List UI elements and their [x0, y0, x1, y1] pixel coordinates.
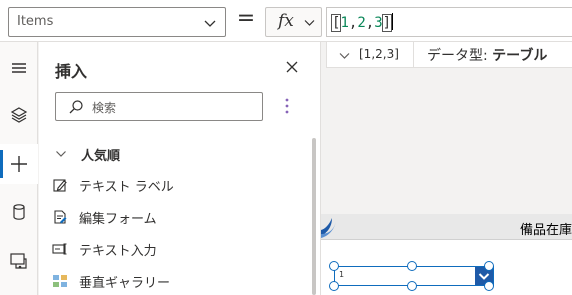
resize-handle[interactable] [407, 261, 417, 271]
chevron-down-icon [304, 20, 315, 26]
close-icon[interactable] [285, 60, 299, 74]
item-label: テキスト ラベル [79, 180, 174, 195]
category-label: 人気順 [81, 149, 121, 164]
formula-comma: , [365, 15, 375, 31]
panel-scrollbar[interactable] [312, 138, 316, 295]
chevron-down-icon[interactable] [339, 50, 350, 61]
insert-item-edit-form[interactable]: 編集フォーム [49, 202, 307, 232]
item-label: 編集フォーム [79, 212, 157, 227]
formula-number: 3 [374, 15, 383, 31]
design-canvas: 備品在庫 1 [321, 68, 572, 295]
close-bracket: ] [381, 14, 393, 32]
chevron-down-icon [204, 20, 216, 27]
insert-item-text-input[interactable]: テキスト入力 [49, 234, 307, 264]
insert-item-vertical-gallery[interactable]: 垂直ギャラリー [49, 266, 307, 295]
resize-handle[interactable] [407, 281, 417, 291]
formula-number: 1 [340, 15, 349, 31]
formula-result-strip: [1,2,3] データ型: テーブル [326, 42, 572, 68]
equals-sign: = [236, 6, 256, 31]
insert-panel: 挿入 検索 人気順 テキスト ラベル 編集フォーム テキスト入力 垂直ギャラリー [39, 42, 321, 295]
formula-number: 2 [357, 15, 366, 31]
app-header-text: 備品在庫 [519, 223, 572, 238]
media-icon [10, 253, 27, 269]
panel-title: 挿入 [55, 62, 88, 81]
formula-text: [1,2,3] [330, 13, 394, 32]
logo-icon [321, 218, 336, 238]
database-icon [13, 204, 25, 220]
insert-item-text-label[interactable]: テキスト ラベル [49, 170, 307, 200]
media-button[interactable] [0, 241, 38, 281]
left-rail [0, 42, 38, 295]
property-value: Items [17, 14, 54, 29]
more-options-icon[interactable] [281, 96, 293, 116]
text-label-icon [53, 179, 67, 192]
resize-handle[interactable] [484, 281, 494, 291]
tree-view-button[interactable] [0, 95, 38, 135]
fx-icon: fx [278, 11, 294, 31]
gallery-icon [53, 275, 67, 287]
result-value: [1,2,3] [359, 47, 399, 61]
search-placeholder: 検索 [92, 101, 117, 115]
text-caret [392, 13, 394, 30]
hamburger-icon [12, 63, 26, 73]
data-type-value: テーブル [492, 48, 548, 64]
divider [413, 42, 414, 68]
data-type-prefix: データ型: [427, 48, 488, 64]
item-label: テキスト入力 [79, 244, 157, 259]
edit-form-icon [54, 210, 67, 224]
property-select[interactable]: Items [8, 7, 226, 37]
resize-handle[interactable] [484, 261, 494, 271]
layers-icon [10, 107, 28, 123]
menu-button[interactable] [0, 48, 38, 88]
resize-handle[interactable] [329, 261, 339, 271]
resize-handle[interactable] [329, 281, 339, 291]
item-label: 垂直ギャラリー [79, 276, 171, 291]
insert-button[interactable] [0, 144, 38, 184]
formula-bar: Items = fx [1,2,3] [0, 0, 572, 42]
search-icon [69, 100, 83, 114]
chevron-down-icon [56, 151, 66, 157]
data-button[interactable] [0, 192, 38, 232]
formula-input[interactable]: [1,2,3] [326, 7, 572, 37]
search-input[interactable]: 検索 [55, 92, 263, 121]
plus-icon [11, 156, 27, 172]
app-screen: 備品在庫 1 [321, 214, 572, 295]
data-type-label: データ型: テーブル [427, 45, 547, 65]
text-input-icon [52, 243, 67, 255]
dropdown-value: 1 [339, 270, 345, 279]
fx-button[interactable]: fx [265, 7, 322, 37]
app-header: 備品在庫 [321, 214, 572, 240]
